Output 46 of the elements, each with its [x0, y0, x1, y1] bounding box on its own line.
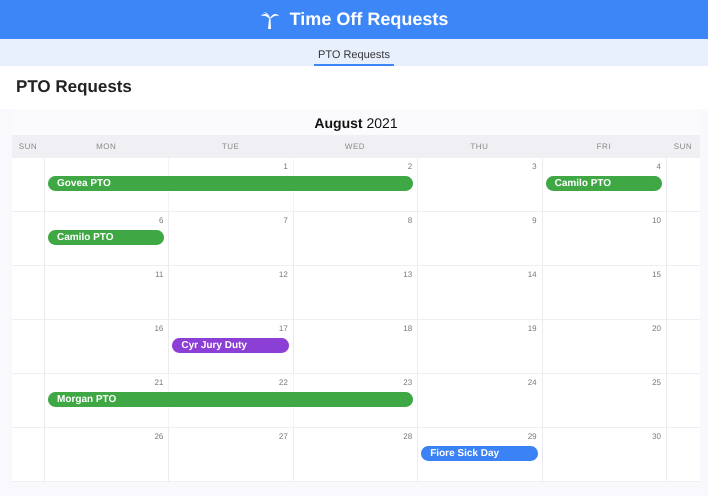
month-title: August 2021 [313, 115, 399, 133]
weekday-label: FRI [596, 142, 612, 151]
event-bar[interactable]: Camilo PTO [48, 230, 164, 245]
day-number: 19 [526, 323, 538, 333]
weekday-label: TUE [220, 142, 240, 151]
day-number: 8 [406, 215, 414, 225]
weekday-label: MON [95, 142, 118, 151]
day-number: 1 [282, 161, 289, 171]
day-number: 21 [153, 377, 164, 387]
day-number: 7 [282, 215, 289, 225]
day-number: 26 [153, 431, 164, 441]
day-number: 27 [278, 431, 289, 441]
day-number: 28 [402, 431, 414, 441]
day-number: 29 [526, 431, 538, 441]
day-number: 3 [531, 161, 538, 171]
event-bar[interactable]: Cyr Jury Duty [172, 338, 289, 353]
day-number: 13 [402, 269, 414, 279]
weekday-label: THU [469, 142, 490, 151]
day-number: 16 [153, 323, 164, 333]
event-bar[interactable]: Govea PTO [48, 176, 414, 191]
day-number: 24 [526, 377, 538, 387]
day-number: 15 [651, 269, 662, 279]
page-title: PTO Requests [16, 77, 132, 96]
day-number: 22 [278, 377, 289, 387]
weekday-label: SUN [18, 142, 38, 151]
day-number: 10 [651, 215, 662, 225]
day-number: 4 [656, 161, 662, 171]
day-number: 23 [402, 377, 414, 387]
day-number: 25 [651, 377, 662, 387]
event-bar[interactable]: Fiore Sick Day [421, 446, 538, 461]
day-number: 14 [526, 269, 538, 279]
day-number: 2 [406, 161, 414, 171]
weekday-label: WED [344, 142, 366, 151]
day-number: 17 [278, 323, 289, 333]
event-bar[interactable]: Morgan PTO [48, 392, 414, 407]
app-title: Time Off Requests [290, 9, 448, 30]
day-number: 11 [154, 269, 164, 279]
day-number: 6 [158, 215, 164, 225]
palm-tree-icon [260, 10, 280, 28]
day-number: 30 [651, 431, 662, 441]
weekday-label: SUN [672, 142, 694, 151]
day-number: 9 [531, 215, 538, 225]
day-number: 12 [278, 269, 289, 279]
day-number: 18 [402, 323, 414, 333]
day-number: 20 [651, 323, 662, 333]
event-bar[interactable]: Camilo PTO [546, 176, 662, 191]
